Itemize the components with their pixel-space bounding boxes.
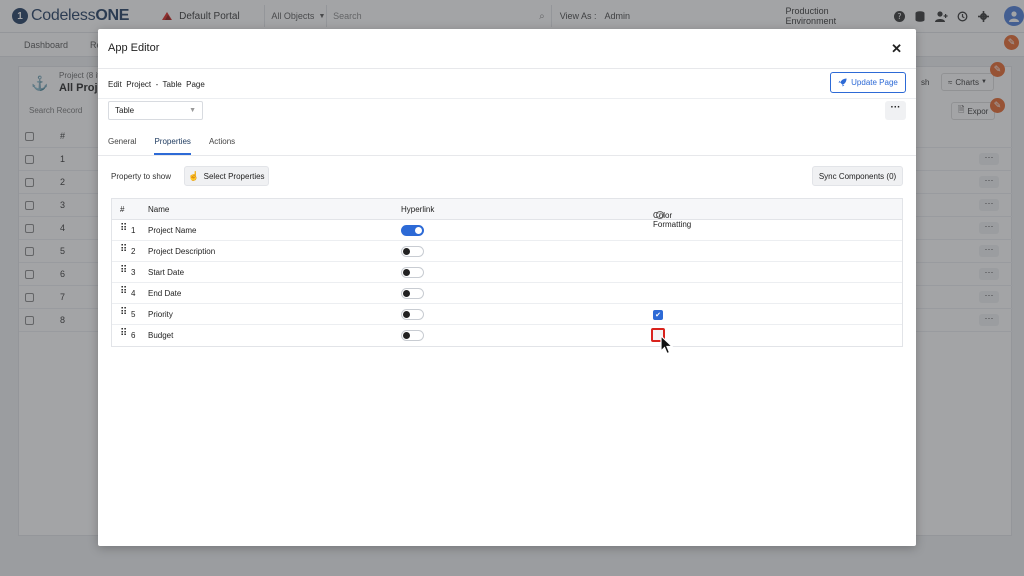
modal-title: App Editor (108, 42, 160, 54)
property-name: Project Name (148, 226, 197, 235)
hyperlink-toggle[interactable] (401, 309, 424, 320)
properties-table: # Name Hyperlink Color Formatting i ⠿ 1 P… (111, 198, 903, 347)
table-row[interactable]: ⠿ 3 Start Date (112, 262, 902, 283)
table-header-row: # Name Hyperlink Color Formatting i (112, 199, 902, 229)
tab-properties[interactable]: Properties (154, 135, 191, 155)
row-index: 2 (131, 247, 136, 256)
breadcrumb: Edit Project - Table Page (108, 80, 205, 89)
drag-handle-icon[interactable]: ⠿ (120, 245, 127, 255)
property-name: End Date (148, 289, 182, 298)
drag-handle-icon[interactable]: ⠿ (120, 266, 127, 276)
property-to-show-label: Property to show (111, 172, 172, 181)
property-name: Start Date (148, 268, 185, 277)
mouse-cursor-icon (660, 335, 674, 355)
modal-header: App Editor ✕ (98, 29, 916, 69)
hyperlink-toggle[interactable] (401, 288, 424, 299)
table-row[interactable]: ⠿ 6 Budget (112, 325, 902, 346)
page-type-value: Table (115, 106, 135, 115)
editor-tabs: General Properties Actions (108, 135, 253, 155)
property-name: Budget (148, 331, 174, 340)
hyperlink-toggle[interactable] (401, 225, 424, 236)
row-index: 5 (131, 310, 136, 319)
column-hyperlink-header: Hyperlink (401, 205, 435, 214)
page-type-select[interactable]: Table ▼ (108, 101, 203, 120)
color-formatting-checkbox[interactable]: ✔ (653, 310, 663, 320)
table-row[interactable]: ⠿ 5 Priority ✔ (112, 304, 902, 325)
select-properties-label: Select Properties (203, 171, 265, 181)
divider (98, 98, 916, 99)
sync-components-button[interactable]: Sync Components (0) (812, 166, 903, 186)
table-row[interactable]: ⠿ 1 Project Name (112, 220, 902, 241)
drag-handle-icon[interactable]: ⠿ (120, 329, 127, 339)
property-name: Project Description (148, 247, 216, 256)
row-index: 1 (131, 226, 136, 235)
tab-general[interactable]: General (108, 135, 136, 155)
chevron-down-icon: ▼ (189, 107, 196, 114)
divider (98, 155, 916, 156)
hyperlink-toggle[interactable] (401, 330, 424, 341)
drag-handle-icon[interactable]: ⠿ (120, 287, 127, 297)
table-row[interactable]: ⠿ 2 Project Description (112, 241, 902, 262)
sync-components-label: Sync Components (0) (818, 171, 897, 181)
drag-handle-icon[interactable]: ⠿ (120, 224, 127, 234)
update-page-label: Update Page (851, 78, 898, 87)
column-num-header: # (120, 205, 125, 214)
rocket-icon (838, 78, 847, 87)
row-index: 6 (131, 331, 136, 340)
property-name: Priority (148, 310, 173, 319)
app-editor-modal: App Editor ✕ Edit Project - Table Page U… (98, 29, 916, 546)
update-page-button[interactable]: Update Page (830, 72, 906, 93)
column-name-header: Name (148, 205, 170, 214)
hyperlink-toggle[interactable] (401, 246, 424, 257)
hand-pointer-icon: ☝ (188, 170, 200, 181)
more-options-button[interactable]: ··· (885, 101, 906, 120)
select-properties-button[interactable]: ☝ Select Properties (184, 166, 269, 186)
checkmark-icon: ✔ (655, 312, 661, 319)
row-index: 4 (131, 289, 136, 298)
row-index: 3 (131, 268, 136, 277)
tab-actions[interactable]: Actions (209, 135, 235, 155)
close-icon[interactable]: ✕ (891, 42, 902, 55)
table-row[interactable]: ⠿ 4 End Date (112, 283, 902, 304)
hyperlink-toggle[interactable] (401, 267, 424, 278)
info-icon[interactable]: i (656, 211, 664, 219)
drag-handle-icon[interactable]: ⠿ (120, 308, 127, 318)
